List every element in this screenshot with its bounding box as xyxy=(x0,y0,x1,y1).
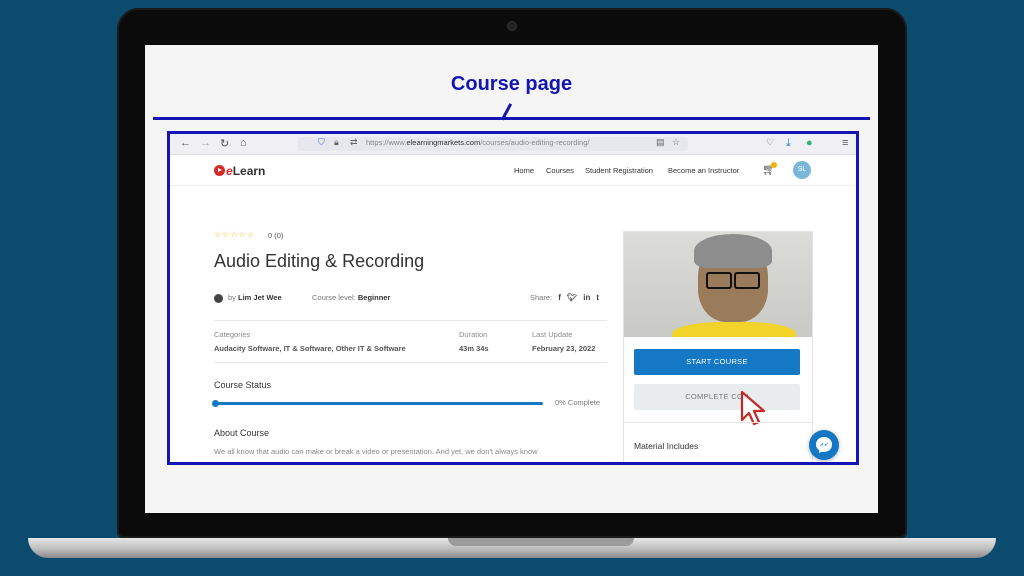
progress-knob xyxy=(212,400,219,407)
divider xyxy=(624,422,812,423)
progress-text: 0% Complete xyxy=(555,398,601,407)
permissions-icon[interactable]: ⇄ xyxy=(350,137,358,148)
laptop-base xyxy=(28,538,996,558)
categories-value[interactable]: Audacity Software, IT & Software, Other … xyxy=(214,344,406,353)
annotation-underline xyxy=(153,117,870,120)
nav-student-registration[interactable]: Student Registration xyxy=(585,166,653,175)
play-logo-icon xyxy=(214,165,225,176)
divider xyxy=(214,362,607,363)
laptop-lid: Course page ← → ↻ ⌂ ▭ ⛉ 🔒︎ ⇄ https://www… xyxy=(117,8,907,538)
extension-icon[interactable]: ● xyxy=(806,137,813,149)
course-preview-video[interactable] xyxy=(624,232,812,337)
laptop-screen: Course page ← → ↻ ⌂ ▭ ⛉ 🔒︎ ⇄ https://www… xyxy=(145,45,878,513)
course-title: Audio Editing & Recording xyxy=(214,251,425,271)
instructor-link[interactable]: Lim Jet Wee xyxy=(238,293,282,302)
site-header: eLearn Home Courses Student Registration… xyxy=(170,155,856,186)
laptop-notch xyxy=(448,538,634,546)
menu-icon[interactable]: ≡ xyxy=(842,137,848,149)
about-course-label: About Course xyxy=(214,428,270,438)
course-progress-bar xyxy=(212,400,543,407)
messenger-chat-button[interactable] xyxy=(809,430,839,460)
about-course-text: We all know that audio can make or break… xyxy=(214,447,538,456)
instructor: by Lim Jet Wee xyxy=(228,293,282,302)
nav-become-instructor[interactable]: Become an Instructor xyxy=(668,166,739,175)
rating-count: 0 (0) xyxy=(268,231,284,240)
reload-icon[interactable]: ↻ xyxy=(220,137,229,150)
categories-label: Categories xyxy=(214,330,251,339)
bookmark-star-icon[interactable]: ☆ xyxy=(672,137,680,148)
back-icon[interactable]: ← xyxy=(180,137,191,149)
url-text: https://www.elearningmarkets.com/courses… xyxy=(366,138,590,147)
messenger-icon xyxy=(816,437,832,453)
course-status-label: Course Status xyxy=(214,380,272,390)
reader-view-icon[interactable]: ▤ xyxy=(656,137,665,148)
home-icon[interactable]: ⌂ xyxy=(240,137,247,149)
complete-course-button[interactable]: COMPLETE COU xyxy=(634,384,800,410)
user-avatar[interactable]: SL xyxy=(793,161,811,179)
duration-value: 43m 34s xyxy=(459,344,489,353)
divider xyxy=(214,320,607,321)
pocket-icon[interactable]: ♡ xyxy=(766,137,774,148)
address-bar[interactable]: ⛉ 🔒︎ ⇄ https://www.elearningmarkets.com/… xyxy=(298,137,688,151)
last-update-value: February 23, 2022 xyxy=(532,344,596,353)
course-level: Course level: Beginner xyxy=(312,293,391,302)
last-update-label: Last Update xyxy=(532,330,573,339)
course-sidebar-card: START COURSE COMPLETE COU Material Inclu… xyxy=(623,231,813,462)
start-course-button[interactable]: START COURSE xyxy=(634,349,800,375)
twitter-icon[interactable]: 🐦︎ xyxy=(567,293,577,302)
elearn-logo[interactable]: eLearn xyxy=(214,164,265,178)
duration-label: Duration xyxy=(459,330,488,339)
cart-badge xyxy=(771,162,777,168)
screenshot-frame: ← → ↻ ⌂ ▭ ⛉ 🔒︎ ⇄ https://www.elearningma… xyxy=(167,131,859,465)
webcam xyxy=(507,21,517,31)
annotation-title: Course page xyxy=(450,73,573,95)
facebook-icon[interactable]: f xyxy=(558,293,561,302)
download-icon[interactable]: ⤓ xyxy=(786,137,791,150)
material-includes-label: Material Includes xyxy=(634,441,699,451)
instructor-avatar-icon xyxy=(214,294,223,303)
linkedin-icon[interactable]: in xyxy=(583,293,590,302)
lock-icon[interactable]: 🔒︎ xyxy=(334,137,339,148)
nav-courses[interactable]: Courses xyxy=(546,166,574,175)
browser-toolbar: ← → ↻ ⌂ ▭ ⛉ 🔒︎ ⇄ https://www.elearningma… xyxy=(170,134,856,155)
nav-home[interactable]: Home xyxy=(514,166,534,175)
tumblr-icon[interactable]: t xyxy=(596,293,599,302)
forward-icon[interactable]: → xyxy=(200,137,211,149)
shield-icon[interactable]: ⛉ xyxy=(318,137,325,148)
share-row: Share: f 🐦︎ in t xyxy=(530,293,600,302)
rating-stars: ☆☆☆☆☆ xyxy=(214,230,255,239)
